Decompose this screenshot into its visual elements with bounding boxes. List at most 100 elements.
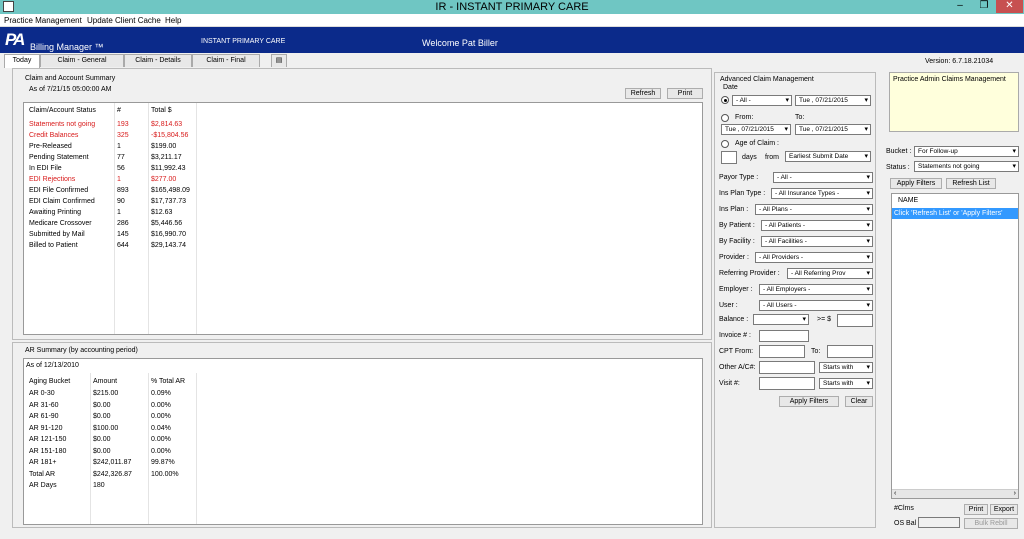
total-cell: $5,446.56 xyxy=(151,220,183,227)
ar-row[interactable]: AR 61-90 $0.00 0.00% xyxy=(24,411,702,422)
horizontal-scrollbar[interactable]: ‹ › xyxy=(892,489,1018,498)
filter-select-3[interactable]: - All Patients - xyxy=(761,220,873,231)
scroll-left-icon[interactable]: ‹ xyxy=(894,490,896,497)
bucket-cell: AR 31-60 xyxy=(29,401,59,409)
filter-select-5[interactable]: - All Providers - xyxy=(755,252,873,263)
list-print-button[interactable]: Print xyxy=(964,504,988,515)
filter-select-4[interactable]: - All Facilities - xyxy=(761,236,873,247)
bulk-rebill-button[interactable]: Bulk Rebill xyxy=(964,518,1018,529)
app-banner: PA Billing Manager ™ INSTANT PRIMARY CAR… xyxy=(0,27,1024,53)
list-item[interactable]: Click 'Refresh List' or 'Apply Filters' xyxy=(892,208,1018,219)
acm-apply-filters-button[interactable]: Apply Filters xyxy=(779,396,839,407)
status-cell: Billed to Patient xyxy=(29,242,78,249)
menu-help[interactable]: Help xyxy=(165,16,181,25)
refresh-button[interactable]: Refresh xyxy=(625,88,661,99)
table-row[interactable]: EDI Rejections 1 $277.00 xyxy=(24,174,702,185)
table-row[interactable]: Statements not going 193 $2,814.63 xyxy=(24,119,702,130)
table-row[interactable]: EDI Claim Confirmed 90 $17,737.73 xyxy=(24,196,702,207)
from-label-2: from xyxy=(765,154,779,161)
ar-row[interactable]: AR 181+ $242,011.87 99.87% xyxy=(24,457,702,468)
ar-row[interactable]: AR 121-150 $0.00 0.00% xyxy=(24,434,702,445)
filter-select-7[interactable]: - All Employers - xyxy=(759,284,873,295)
other-ac-input[interactable] xyxy=(759,361,815,374)
tab-claim-details[interactable]: Claim - Details xyxy=(124,54,192,67)
cpt-to-input[interactable] xyxy=(827,345,873,358)
total-cell: -$15,804.56 xyxy=(151,132,189,139)
tab-claim-general[interactable]: Claim - General xyxy=(40,54,124,67)
menu-practice-management[interactable]: Practice Management xyxy=(4,16,82,25)
menu-update-client-cache[interactable]: Update Client Cache xyxy=(87,16,161,25)
minimize-icon[interactable]: – xyxy=(948,0,972,13)
ar-row[interactable]: AR Days 180 xyxy=(24,480,702,491)
age-radio[interactable] xyxy=(721,140,729,148)
days-input[interactable] xyxy=(721,151,737,164)
ar-row[interactable]: AR 91-120 $100.00 0.04% xyxy=(24,423,702,434)
column-header-amount: Amount xyxy=(93,378,118,385)
filter-select-6[interactable]: - All Referring Prov xyxy=(787,268,873,279)
ar-row[interactable]: AR 31-60 $0.00 0.00% xyxy=(24,400,702,411)
balance-input[interactable] xyxy=(837,314,873,327)
print-button[interactable]: Print xyxy=(667,88,703,99)
claim-summary-grid: Claim/Account Status # Total $ Statements n… xyxy=(23,102,703,335)
document-icon[interactable]: ▤ xyxy=(271,54,287,67)
table-row[interactable]: Submitted by Mail 145 $16,990.70 xyxy=(24,229,702,240)
count-cell: 1 xyxy=(117,209,121,216)
apply-filters-button[interactable]: Apply Filters xyxy=(890,178,942,189)
table-row[interactable]: Pending Statement 77 $3,211.17 xyxy=(24,152,702,163)
filter-label: Employer : xyxy=(719,286,753,293)
date-select[interactable]: - All - xyxy=(732,95,792,106)
days-label: days xyxy=(742,154,757,161)
table-row[interactable]: In EDI File 56 $11,992.43 xyxy=(24,163,702,174)
from-radio[interactable] xyxy=(721,114,729,122)
balance-select[interactable] xyxy=(753,314,809,325)
export-button[interactable]: Export xyxy=(990,504,1018,515)
total-cell: $29,143.74 xyxy=(151,242,187,249)
status-cell: Awaiting Printing xyxy=(29,209,82,216)
amount-cell: $0.00 xyxy=(93,401,111,409)
earliest-select[interactable]: Earliest Submit Date xyxy=(785,151,871,162)
date-radio[interactable] xyxy=(721,96,729,104)
scroll-right-icon[interactable]: › xyxy=(1014,490,1016,497)
window-title: IR - INSTANT PRIMARY CARE xyxy=(435,1,589,13)
count-cell: 145 xyxy=(117,231,129,238)
other-ac-label: Other A/C#: xyxy=(719,364,756,371)
ar-row[interactable]: Total AR $242,326.87 100.00% xyxy=(24,469,702,480)
close-icon[interactable]: ✕ xyxy=(996,0,1023,13)
tab-claim-final[interactable]: Claim - Final xyxy=(192,54,260,67)
pct-cell: 0.09% xyxy=(151,390,171,397)
pct-cell: 0.00% xyxy=(151,401,171,409)
pct-cell: 0.00% xyxy=(151,447,171,455)
ar-row[interactable]: AR 0-30 $215.00 0.09% xyxy=(24,388,702,399)
table-row[interactable]: Medicare Crossover 286 $5,446.56 xyxy=(24,218,702,229)
filter-label: Referring Provider : xyxy=(719,270,780,277)
refresh-list-button[interactable]: Refresh List xyxy=(946,178,996,189)
table-row[interactable]: Pre-Released 1 $199.00 xyxy=(24,141,702,152)
invoice-input[interactable] xyxy=(759,330,809,342)
name-column-header[interactable]: NAME xyxy=(898,197,918,204)
visit-match-select[interactable]: Starts with xyxy=(819,378,873,389)
bucket-select[interactable]: For Follow-up xyxy=(914,146,1019,157)
tab-today[interactable]: Today xyxy=(4,54,40,68)
claim-summary-title: Claim and Account Summary xyxy=(25,75,116,82)
restore-icon[interactable]: ❐ xyxy=(972,0,996,13)
table-row[interactable]: Awaiting Printing 1 $12.63 xyxy=(24,207,702,218)
filter-select-1[interactable]: - All Insurance Types - xyxy=(771,188,873,199)
total-cell: $165,498.09 xyxy=(151,187,190,194)
ar-row[interactable]: AR 151-180 $0.00 0.00% xyxy=(24,446,702,457)
from-date-picker[interactable]: Tue , 07/21/2015 xyxy=(721,124,791,135)
filter-select-2[interactable]: - All Plans - xyxy=(755,204,873,215)
acm-clear-button[interactable]: Clear xyxy=(845,396,873,407)
filter-select-0[interactable]: - All - xyxy=(773,172,873,183)
table-row[interactable]: Billed to Patient 644 $29,143.74 xyxy=(24,240,702,251)
other-ac-match-select[interactable]: Starts with xyxy=(819,362,873,373)
filter-select-8[interactable]: - All Users - xyxy=(759,300,873,311)
visit-input[interactable] xyxy=(759,377,815,390)
date-picker[interactable]: Tue , 07/21/2015 xyxy=(795,95,871,106)
table-row[interactable]: EDI File Confirmed 893 $165,498.09 xyxy=(24,185,702,196)
status-select[interactable]: Statements not going xyxy=(914,161,1019,172)
advanced-claim-panel: Advanced Claim Management Date - All - T… xyxy=(714,72,876,528)
to-date-picker[interactable]: Tue , 07/21/2015 xyxy=(795,124,871,135)
total-cell: $17,737.73 xyxy=(151,198,187,205)
table-row[interactable]: Credit Balances 325 -$15,804.56 xyxy=(24,130,702,141)
cpt-from-input[interactable] xyxy=(759,345,805,358)
